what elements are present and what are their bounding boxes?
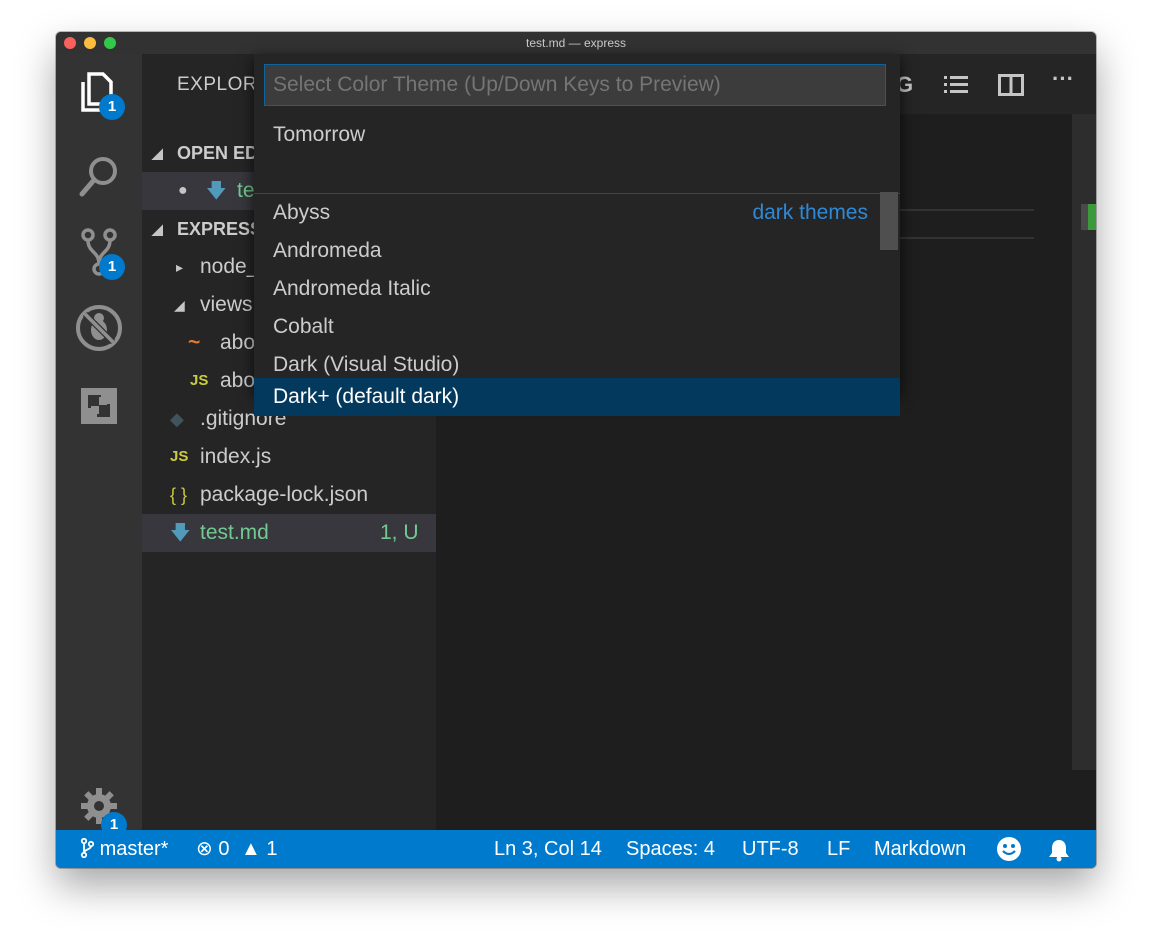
scm-change-marker bbox=[1088, 204, 1096, 230]
markdown-file-icon: 🡇 bbox=[170, 522, 191, 544]
cursor-position[interactable]: Ln 3, Col 14 bbox=[494, 830, 602, 868]
encoding-status[interactable]: UTF-8 bbox=[742, 830, 799, 868]
activity-bar: 1 1 1 bbox=[56, 54, 142, 838]
json-file-icon: { } bbox=[170, 485, 188, 505]
status-bar: master* ⊗ 0 ▲ 1 Ln 3, Col 14 Spaces: 4 U… bbox=[56, 830, 1096, 868]
error-count: 0 bbox=[218, 838, 230, 860]
language-mode[interactable]: Markdown bbox=[874, 830, 966, 868]
theme-option-recent[interactable]: Tomorrow bbox=[254, 116, 900, 154]
close-window-button[interactable] bbox=[64, 37, 76, 49]
search-activity[interactable] bbox=[56, 138, 142, 214]
file-status-badge: 1, U bbox=[380, 521, 419, 544]
search-icon bbox=[79, 157, 117, 197]
explorer-activity[interactable]: 1 bbox=[56, 54, 142, 130]
tree-item-label: abo bbox=[220, 331, 256, 354]
open-editor-label: te bbox=[237, 179, 255, 202]
more-actions-icon[interactable]: ··· bbox=[1052, 66, 1074, 92]
debug-icon bbox=[76, 305, 122, 351]
tree-item-label: node_ bbox=[200, 255, 259, 278]
vscode-window: test.md — express 1 1 1 EXPLORE ◢ OPEN E… bbox=[56, 32, 1096, 868]
js-file-icon: JS bbox=[170, 448, 189, 465]
settings-activity[interactable]: 1 bbox=[56, 776, 142, 838]
git-file-icon: ◆ bbox=[170, 409, 184, 429]
problems-status[interactable]: ⊗ 0 ▲ 1 bbox=[196, 830, 278, 868]
eol-status[interactable]: LF bbox=[827, 830, 850, 868]
theme-option-label: Abyss bbox=[273, 201, 331, 224]
chevron-right-icon: ▸ bbox=[176, 259, 184, 275]
dirty-dot-icon: ● bbox=[178, 182, 188, 199]
theme-option-label: Andromeda Italic bbox=[273, 277, 431, 300]
theme-option-label: Tomorrow bbox=[273, 123, 366, 146]
theme-option[interactable]: Abyss dark themes bbox=[254, 194, 900, 232]
js-file-icon: JS bbox=[190, 372, 209, 389]
debug-activity[interactable] bbox=[56, 290, 142, 366]
branch-status[interactable]: master* bbox=[80, 830, 168, 868]
theme-option-label: Cobalt bbox=[273, 315, 334, 338]
minimize-window-button[interactable] bbox=[84, 37, 96, 49]
title-bar: test.md — express bbox=[56, 32, 1096, 54]
tree-item-package-lock[interactable]: { } package-lock.json bbox=[142, 476, 436, 514]
extensions-activity[interactable] bbox=[56, 368, 142, 444]
tree-item-label: index.js bbox=[200, 445, 272, 468]
project-label: EXPRESS bbox=[177, 219, 263, 239]
split-editor-icon[interactable] bbox=[998, 74, 1024, 96]
theme-option-label: Dark+ (default dark) bbox=[273, 385, 460, 408]
maximize-window-button[interactable] bbox=[104, 37, 116, 49]
tree-item-label: package-lock.json bbox=[200, 483, 369, 506]
explorer-badge: 1 bbox=[99, 94, 125, 120]
chevron-down-icon: ◢ bbox=[174, 297, 185, 313]
chevron-down-icon: ◢ bbox=[152, 145, 163, 161]
window-title: test.md — express bbox=[525, 36, 627, 50]
open-editors-label: OPEN ED bbox=[177, 143, 259, 163]
warning-icon: ▲ bbox=[241, 838, 261, 860]
tree-item-index-js[interactable]: JS index.js bbox=[142, 438, 436, 476]
indentation-status[interactable]: Spaces: 4 bbox=[626, 830, 715, 868]
branch-label: master* bbox=[99, 838, 169, 860]
error-icon: ⊗ bbox=[196, 838, 213, 860]
theme-option[interactable]: Andromeda Italic bbox=[254, 270, 900, 308]
theme-option[interactable]: Andromeda bbox=[254, 232, 900, 270]
source-control-activity[interactable]: 1 bbox=[56, 214, 142, 290]
html-file-icon: ~ bbox=[188, 331, 201, 354]
git-branch-icon bbox=[80, 837, 95, 859]
theme-search-input[interactable] bbox=[264, 64, 886, 106]
group-label: dark themes bbox=[752, 201, 868, 224]
quick-pick-scrollbar[interactable] bbox=[880, 192, 898, 250]
scm-badge: 1 bbox=[99, 254, 125, 280]
extensions-icon bbox=[81, 388, 117, 424]
tree-item-label: abo bbox=[220, 369, 256, 392]
theme-option[interactable]: Cobalt bbox=[254, 308, 900, 346]
feedback-smiley-icon[interactable] bbox=[996, 836, 1022, 862]
markdown-file-icon: 🡇 bbox=[206, 180, 227, 202]
tree-item-label: views bbox=[200, 293, 253, 316]
color-theme-quick-pick: Tomorrow Abyss dark themes Andromeda And… bbox=[254, 54, 900, 416]
theme-option-selected[interactable]: Dark+ (default dark) bbox=[254, 378, 900, 416]
outline-list-icon[interactable] bbox=[944, 74, 968, 96]
tree-item-test-md[interactable]: 🡇 test.md 1, U bbox=[142, 514, 436, 552]
theme-option-label: Andromeda bbox=[273, 239, 382, 262]
notifications-bell-icon[interactable] bbox=[1048, 838, 1070, 862]
tree-item-label: test.md bbox=[200, 521, 269, 544]
warning-count: 1 bbox=[266, 838, 278, 860]
chevron-down-icon: ◢ bbox=[152, 221, 163, 237]
